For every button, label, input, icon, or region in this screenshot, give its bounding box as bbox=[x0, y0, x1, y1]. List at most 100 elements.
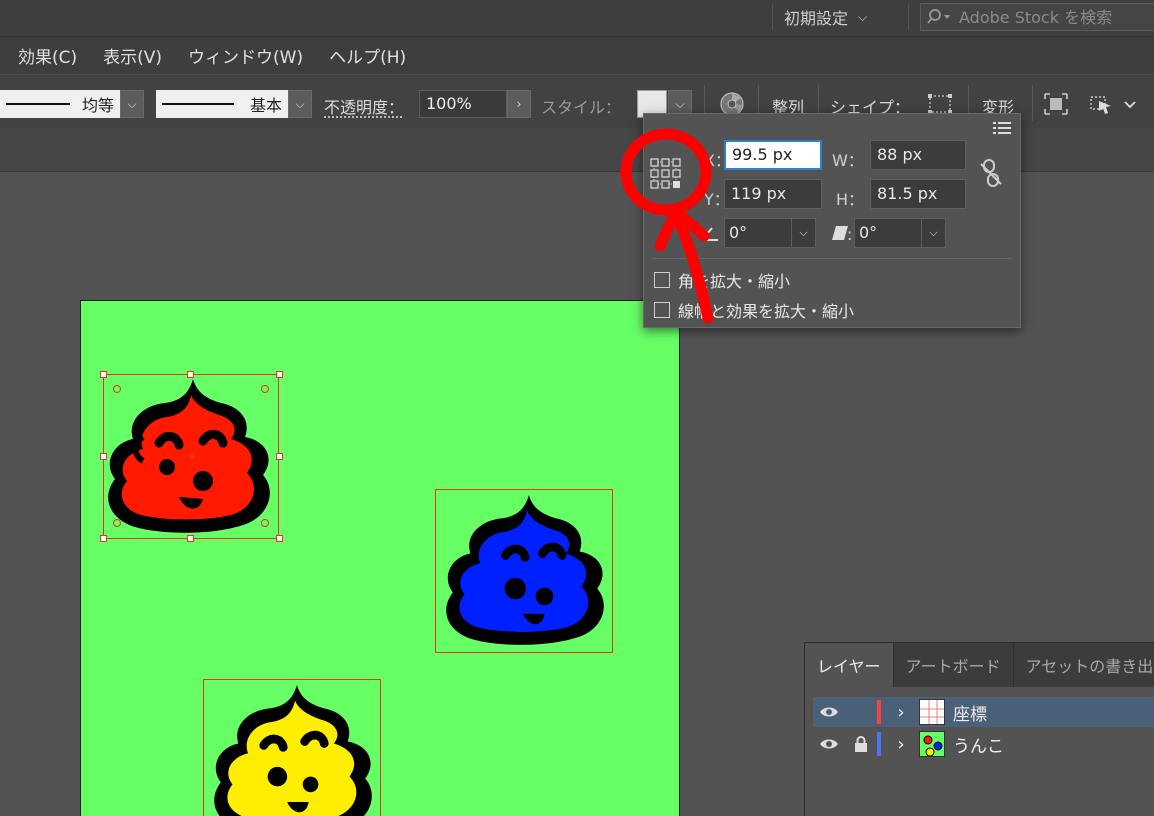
menu-view[interactable]: 表示(V) bbox=[103, 43, 162, 68]
layer-row-unko[interactable]: › うんこ bbox=[813, 729, 1154, 759]
reference-point-icon bbox=[650, 158, 681, 189]
hamburger-list-icon bbox=[993, 122, 1011, 134]
h-label: H： bbox=[836, 190, 865, 209]
tab-artboards[interactable]: アートボード bbox=[894, 643, 1014, 687]
shear-colon: : bbox=[847, 225, 853, 244]
w-label: W： bbox=[832, 151, 864, 170]
angle-icon bbox=[701, 227, 718, 241]
divider bbox=[1032, 85, 1033, 121]
scale-strokes-option[interactable]: 線幅と効果を拡大・縮小 bbox=[654, 298, 854, 322]
search-icon bbox=[927, 9, 950, 24]
corner-widget[interactable] bbox=[113, 385, 121, 393]
scale-corners-option[interactable]: 角を拡大・縮小 bbox=[654, 268, 790, 292]
workspace-switcher[interactable]: 初期設定 ⌵ bbox=[784, 4, 867, 30]
height-field[interactable]: 81.5 px bbox=[870, 179, 966, 209]
grid-thumbnail bbox=[920, 700, 944, 724]
chevron-down-icon: ⌵ bbox=[127, 96, 137, 111]
stroke-profile-dropdown[interactable]: ⌵ bbox=[120, 90, 144, 118]
divider bbox=[908, 4, 909, 30]
brush-dropdown[interactable]: ⌵ bbox=[288, 90, 312, 118]
select-similar-menu[interactable] bbox=[1088, 91, 1140, 117]
resize-handle-w[interactable] bbox=[100, 453, 107, 460]
stock-search[interactable] bbox=[920, 3, 1154, 31]
opacity-flyout-button[interactable]: › bbox=[507, 90, 531, 118]
layer-name[interactable]: うんこ bbox=[953, 732, 1004, 757]
style-label: スタイル： bbox=[541, 98, 622, 117]
corner-widget[interactable] bbox=[113, 519, 121, 527]
resize-handle-nw[interactable] bbox=[100, 371, 107, 378]
resize-handle-ne[interactable] bbox=[276, 371, 283, 378]
scale-strokes-checkbox[interactable] bbox=[654, 302, 670, 318]
transform-panel: X： 99.5 px W： 88 px Y： 119 px H： 81.5 px… bbox=[643, 113, 1021, 328]
layers-panel-tabs: レイヤー アートボード アセットの書き出し bbox=[805, 643, 1154, 687]
panel-menu-icon[interactable] bbox=[992, 120, 1012, 140]
divider bbox=[772, 4, 773, 30]
eye-icon bbox=[820, 707, 838, 717]
layer-color-indicator bbox=[877, 700, 881, 724]
menu-effect[interactable]: 効果(C) bbox=[18, 43, 77, 68]
layer-row-zahyo[interactable]: › 座標 bbox=[813, 697, 1154, 727]
lock-icon bbox=[855, 736, 867, 752]
chevron-down-icon: ⌵ bbox=[675, 96, 685, 111]
chevron-down-icon[interactable]: ⌵ bbox=[921, 219, 945, 247]
layers-panel: レイヤー アートボード アセットの書き出し › 座標 bbox=[804, 642, 1154, 816]
reference-point-selector[interactable] bbox=[650, 158, 682, 194]
resize-handle-sw[interactable] bbox=[100, 535, 107, 542]
expand-layer-toggle[interactable]: › bbox=[891, 697, 911, 727]
chevron-right-icon: › bbox=[516, 97, 522, 111]
visibility-toggle[interactable] bbox=[813, 697, 845, 727]
layer-thumbnail bbox=[919, 699, 945, 725]
shear-angle-select[interactable]: 0° ⌵ bbox=[854, 218, 946, 248]
x-position-field[interactable]: 99.5 px bbox=[724, 140, 822, 170]
lock-toggle[interactable] bbox=[845, 697, 877, 727]
divider bbox=[652, 258, 1012, 259]
rotate-angle-select[interactable]: 0° ⌵ bbox=[724, 218, 816, 248]
opacity-field[interactable]: 100% bbox=[419, 90, 507, 118]
chevron-right-icon: › bbox=[897, 701, 905, 723]
chevron-right-icon: › bbox=[897, 733, 905, 755]
center-point bbox=[189, 454, 194, 459]
isolate-icon[interactable] bbox=[1042, 91, 1070, 117]
lock-toggle[interactable] bbox=[845, 729, 877, 759]
corner-widget[interactable] bbox=[261, 519, 269, 527]
tab-asset-export[interactable]: アセットの書き出し bbox=[1014, 643, 1154, 687]
layer-name[interactable]: 座標 bbox=[953, 700, 987, 725]
shear-angle-value: 0° bbox=[859, 223, 878, 242]
brush-select[interactable]: 基本 bbox=[156, 90, 288, 118]
top-bar: 初期設定 ⌵ bbox=[0, 0, 1154, 36]
visibility-toggle[interactable] bbox=[813, 729, 845, 759]
constrain-proportions-toggle[interactable] bbox=[978, 158, 1004, 192]
y-position-field[interactable]: 119 px bbox=[724, 179, 822, 209]
artboard[interactable] bbox=[80, 300, 680, 816]
object-bounding-box[interactable] bbox=[203, 679, 381, 816]
opacity-label[interactable]: 不透明度： bbox=[324, 94, 404, 118]
chevron-down-icon: ⌵ bbox=[295, 96, 305, 111]
unlink-icon bbox=[980, 159, 1002, 187]
bounding-box-icon bbox=[928, 94, 952, 114]
resize-handle-n[interactable] bbox=[187, 371, 194, 378]
chevron-down-icon[interactable]: ⌵ bbox=[791, 219, 815, 247]
stroke-profile-select[interactable]: 均等 bbox=[0, 90, 120, 118]
tab-layers[interactable]: レイヤー bbox=[805, 643, 894, 687]
resize-handle-s[interactable] bbox=[187, 535, 194, 542]
expand-layer-toggle[interactable]: › bbox=[891, 729, 911, 759]
layer-thumbnail bbox=[919, 731, 945, 757]
resize-handle-e[interactable] bbox=[276, 453, 283, 460]
menu-bar: 効果(C) 表示(V) ウィンドウ(W) ヘルプ(H) bbox=[0, 36, 1154, 74]
eye-icon bbox=[820, 739, 838, 749]
stroke-profile-label: 均等 bbox=[81, 96, 114, 115]
stock-search-input[interactable] bbox=[959, 7, 1154, 27]
width-field[interactable]: 88 px bbox=[870, 140, 966, 170]
scale-corners-checkbox[interactable] bbox=[654, 272, 670, 288]
object-bounding-box[interactable] bbox=[435, 489, 613, 653]
layer-color-indicator bbox=[877, 732, 881, 756]
brush-label: 基本 bbox=[249, 96, 282, 115]
rotate-angle-value: 0° bbox=[729, 223, 748, 242]
menu-window[interactable]: ウィンドウ(W) bbox=[188, 43, 303, 68]
resize-handle-se[interactable] bbox=[276, 535, 283, 542]
workspace-label: 初期設定 bbox=[784, 9, 849, 28]
chevron-down-icon: ⌵ bbox=[858, 9, 868, 24]
corner-widget[interactable] bbox=[261, 385, 269, 393]
menu-help[interactable]: ヘルプ(H) bbox=[329, 43, 406, 68]
brush-preview bbox=[162, 103, 234, 105]
